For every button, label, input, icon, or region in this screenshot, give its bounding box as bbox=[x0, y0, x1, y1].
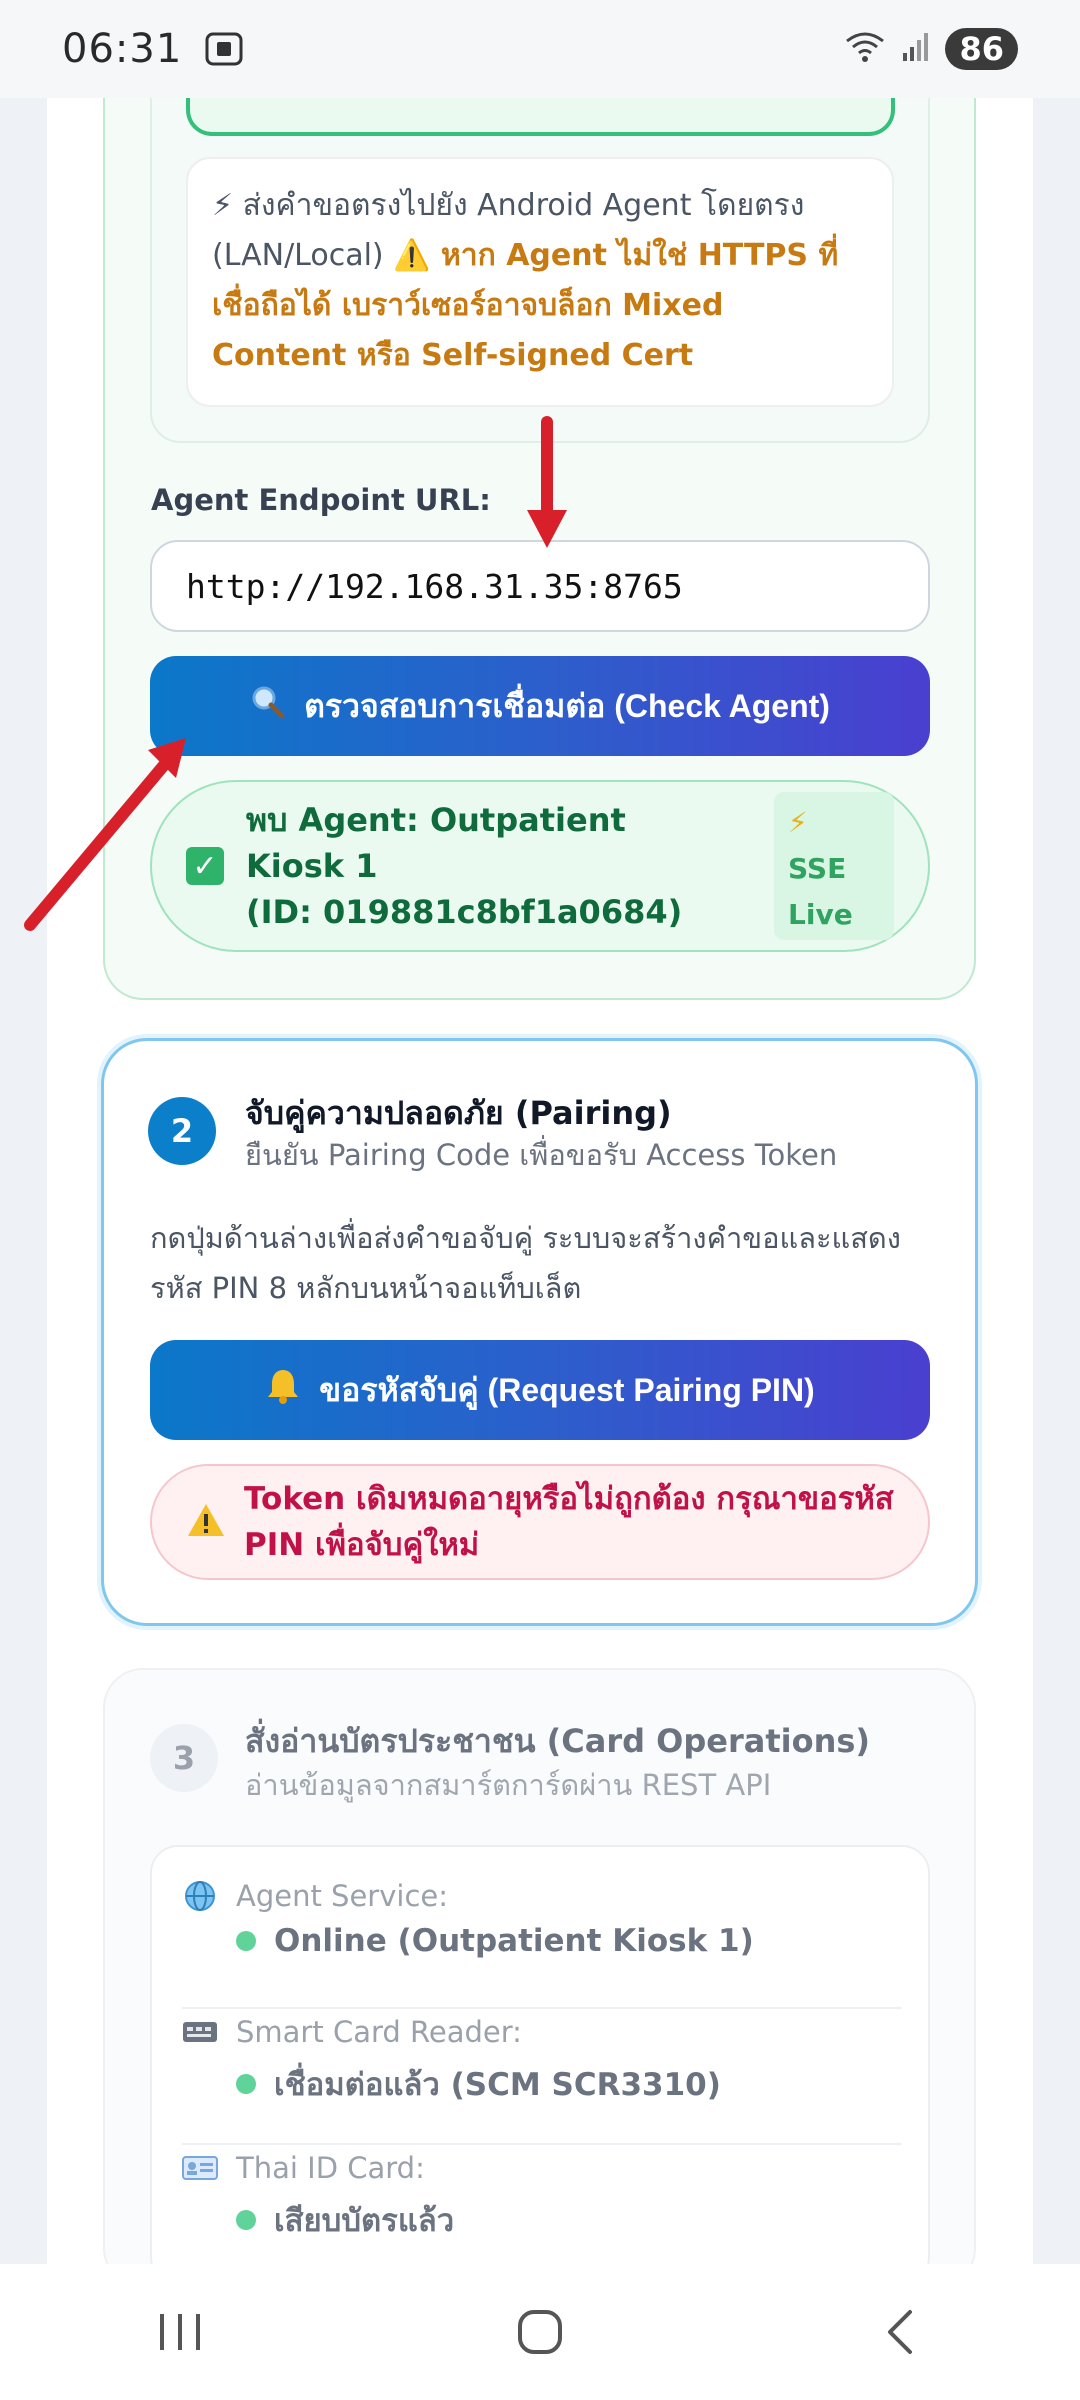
success-strip bbox=[186, 98, 895, 136]
card-operations-title: สั่งอ่านบัตรประชาชน (Card Operations) bbox=[245, 1722, 871, 1760]
device-status-list: Agent Service: Online (Outpatient Kiosk … bbox=[150, 1845, 930, 2285]
agent-name: พบ Agent: Outpatient Kiosk 1 bbox=[246, 801, 626, 885]
check-mark-icon: ✓ bbox=[186, 847, 224, 885]
id-card-label: Thai ID Card: bbox=[236, 2151, 425, 2185]
wifi-icon bbox=[843, 29, 887, 69]
online-dot bbox=[236, 1931, 256, 1951]
step-3-badge: 3 bbox=[150, 1724, 218, 1792]
sse-live-badge: ⚡ SSE Live bbox=[774, 792, 894, 940]
pairing-description: กดปุ่มด้านล่างเพื่อส่งคำขอจับคู่ ระบบจะส… bbox=[150, 1221, 901, 1305]
token-alert-text: Token เดิมหมดอายุหรือไม่ถูกต้อง กรุณาขอร… bbox=[244, 1481, 894, 1563]
pairing-subtitle: ยืนยัน Pairing Code เพื่อขอรับ Access To… bbox=[245, 1138, 838, 1172]
warning-icon bbox=[186, 1502, 226, 1542]
step-2-badge: 2 bbox=[148, 1097, 216, 1165]
connected-dot bbox=[236, 2074, 256, 2094]
request-pairing-label: ขอรหัสจับคู่ (Request Pairing PIN) bbox=[319, 1371, 815, 1408]
back-icon[interactable] bbox=[840, 2287, 960, 2377]
recent-apps-icon[interactable] bbox=[120, 2287, 240, 2377]
card-reader-label: Smart Card Reader: bbox=[236, 2015, 522, 2049]
agent-id: (ID: 019881c8bf1a0684) bbox=[246, 893, 683, 931]
globe-icon bbox=[182, 1881, 218, 1911]
direct-mode-info: ⚡ ส่งคำขอตรงไปยัง Android Agent โดยตรง (… bbox=[186, 157, 894, 407]
bell-icon bbox=[265, 1367, 301, 1413]
agent-service-value: Online (Outpatient Kiosk 1) bbox=[274, 1923, 754, 1959]
card-reader-value: เชื่อมต่อแล้ว (SCM SCR3310) bbox=[274, 2067, 721, 2103]
card-reader-icon bbox=[182, 2017, 218, 2047]
divider bbox=[182, 2143, 902, 2145]
magnifier-icon bbox=[250, 684, 286, 728]
divider bbox=[182, 2007, 902, 2009]
screenshot-icon bbox=[204, 31, 244, 67]
request-pairing-pin-button[interactable]: ขอรหัสจับคู่ (Request Pairing PIN) bbox=[150, 1340, 930, 1440]
lightning-icon: ⚡ bbox=[788, 806, 808, 839]
endpoint-url-input[interactable] bbox=[150, 540, 930, 632]
endpoint-label: Agent Endpoint URL: bbox=[151, 483, 491, 517]
card-operations-subtitle: อ่านข้อมูลจากสมาร์ตการ์ดผ่าน REST API bbox=[245, 1768, 772, 1802]
id-card-row: Thai ID Card: เสียบบัตรแล้ว bbox=[182, 2151, 902, 2245]
status-icons: 86 bbox=[843, 28, 1018, 70]
inserted-dot bbox=[236, 2210, 256, 2230]
check-agent-button[interactable]: ตรวจสอบการเชื่อมต่อ (Check Agent) bbox=[150, 656, 930, 756]
agent-service-row: Agent Service: Online (Outpatient Kiosk … bbox=[182, 1879, 902, 1959]
token-expired-alert: Token เดิมหมดอายุหรือไม่ถูกต้อง กรุณาขอร… bbox=[150, 1464, 930, 1580]
status-bar: 06:31 86 bbox=[0, 0, 1080, 98]
sse-label: SSE bbox=[788, 852, 847, 885]
navigation-bar bbox=[0, 2264, 1080, 2400]
card-reader-row: Smart Card Reader: เชื่อมต่อแล้ว (SCM SC… bbox=[182, 2015, 902, 2109]
id-card-icon bbox=[182, 2153, 218, 2183]
agent-service-label: Agent Service: bbox=[236, 1879, 449, 1913]
signal-icon bbox=[901, 31, 931, 67]
battery-indicator: 86 bbox=[945, 28, 1018, 70]
status-time: 06:31 bbox=[62, 26, 183, 72]
check-agent-label: ตรวจสอบการเชื่อมต่อ (Check Agent) bbox=[304, 687, 830, 724]
home-icon[interactable] bbox=[480, 2287, 600, 2377]
agent-found-text: พบ Agent: Outpatient Kiosk 1 (ID: 019881… bbox=[246, 797, 726, 935]
live-label: Live bbox=[788, 898, 853, 931]
agent-found-status: ✓ พบ Agent: Outpatient Kiosk 1 (ID: 0198… bbox=[150, 780, 930, 952]
id-card-value: เสียบบัตรแล้ว bbox=[274, 2203, 455, 2239]
